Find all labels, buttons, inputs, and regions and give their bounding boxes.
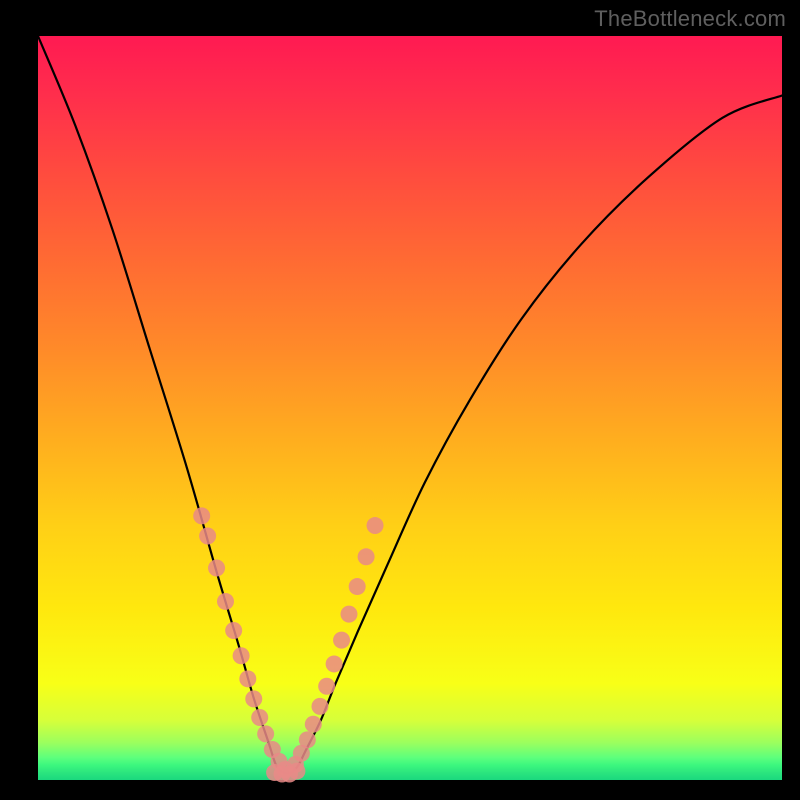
data-dot xyxy=(288,763,305,780)
data-dot xyxy=(245,690,262,707)
plot-area xyxy=(38,36,782,780)
dots-right-branch xyxy=(287,517,384,773)
data-dot xyxy=(225,622,242,639)
data-dot xyxy=(233,647,250,664)
curve-layer xyxy=(38,36,782,780)
data-dot xyxy=(208,559,225,576)
data-dot xyxy=(217,593,234,610)
data-dot xyxy=(367,517,384,534)
data-dot xyxy=(257,725,274,742)
data-dot xyxy=(349,578,366,595)
data-dot xyxy=(251,709,268,726)
data-dot xyxy=(299,731,316,748)
data-dot xyxy=(340,606,357,623)
data-dot xyxy=(318,678,335,695)
dots-left-branch xyxy=(193,507,293,778)
data-dot xyxy=(305,716,322,733)
watermark-text: TheBottleneck.com xyxy=(594,6,786,32)
data-dot xyxy=(311,698,328,715)
data-dot xyxy=(199,527,216,544)
data-dot xyxy=(358,548,375,565)
data-dot xyxy=(193,507,210,524)
bottleneck-curve xyxy=(38,36,782,773)
data-dot xyxy=(333,632,350,649)
data-dot xyxy=(326,655,343,672)
data-dot xyxy=(239,670,256,687)
chart-frame: TheBottleneck.com xyxy=(0,0,800,800)
